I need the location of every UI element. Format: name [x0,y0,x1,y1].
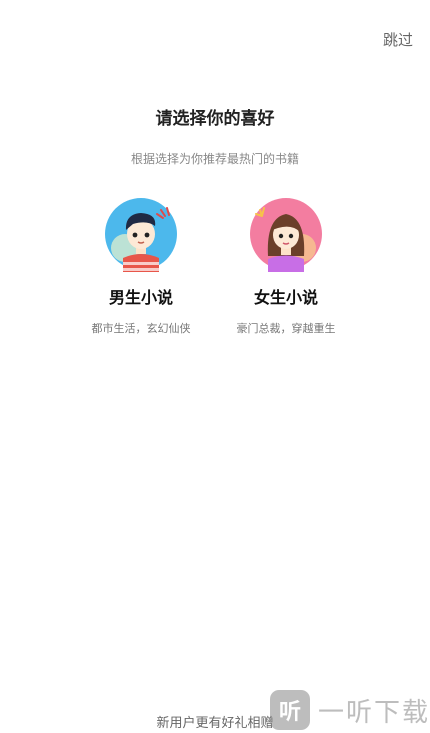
male-novel-label: 男生小说 [108,288,173,307]
page-title: 请选择你的喜好 [155,109,275,129]
female-avatar-icon [250,198,322,272]
male-avatar-icon [105,198,177,272]
watermark-text: 一听下载 [318,697,430,728]
male-novel-desc: 都市生活，玄幻仙侠 [91,322,191,335]
watermark: 听 一听下载 [270,690,430,730]
female-novel-option[interactable]: 女生小说 豪门总裁，穿越重生 [226,196,346,336]
skip-button[interactable]: 跳过 [383,29,413,50]
female-novel-desc: 豪门总裁，穿越重生 [236,322,336,335]
watermark-logo: 听 [270,690,310,730]
female-novel-label: 女生小说 [253,288,318,307]
page-subtitle: 根据选择为你推荐最热门的书籍 [130,152,299,166]
male-novel-option[interactable]: 男生小说 都市生活，玄幻仙侠 [81,196,201,336]
